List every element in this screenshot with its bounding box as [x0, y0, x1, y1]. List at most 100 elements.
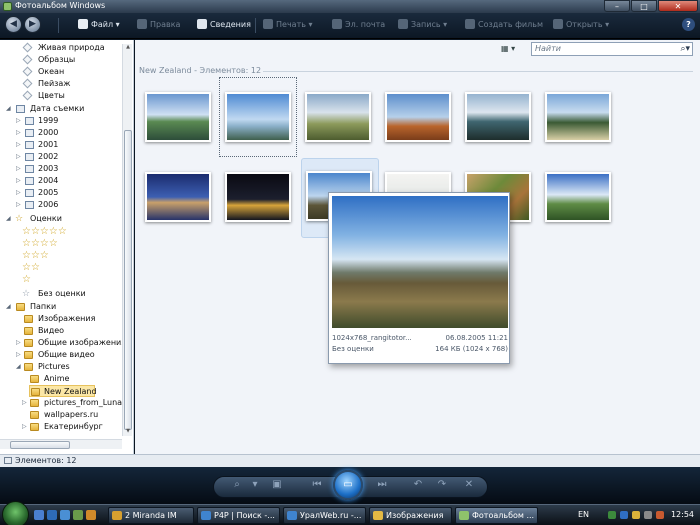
tree-no-rating[interactable]: ☆ Без оценки — [22, 288, 86, 300]
scroll-up-arrow-icon[interactable]: ▲ — [124, 44, 132, 52]
menu-make-movie[interactable]: Создать фильм — [465, 19, 543, 31]
quick-launch-icon[interactable] — [86, 510, 96, 520]
tree-year[interactable]: ▷ 2003 — [16, 163, 58, 175]
tree-folder[interactable]: ▷ Общие видео — [16, 349, 95, 361]
tree-year[interactable]: ▷ 2005 — [16, 187, 58, 199]
rating-five-stars[interactable]: ☆☆☆☆☆ — [22, 226, 67, 237]
menu-edit[interactable]: Правка — [137, 19, 180, 31]
expand-arrow-icon[interactable]: ▷ — [22, 397, 29, 409]
photo-thumbnail[interactable] — [539, 80, 617, 160]
sidebar-vertical-scrollbar[interactable]: ▲ ▼ — [122, 44, 132, 436]
scroll-down-arrow-icon[interactable]: ▼ — [124, 428, 132, 436]
expand-arrow-icon[interactable]: ▷ — [16, 127, 23, 139]
help-button[interactable]: ? — [682, 18, 695, 31]
tree-ratings[interactable]: ◢ ☆ Оценки — [6, 213, 62, 225]
expand-arrow-icon[interactable]: ▷ — [16, 175, 23, 187]
tray-icon[interactable] — [632, 511, 640, 519]
previous-icon[interactable]: ⏮ — [310, 479, 324, 490]
volume-icon[interactable] — [644, 511, 652, 519]
back-button[interactable]: ◀ — [5, 16, 22, 33]
clock[interactable]: 12:54 — [671, 507, 694, 522]
slideshow-button[interactable]: ▭ — [333, 470, 363, 500]
network-icon[interactable] — [620, 511, 628, 519]
menu-open[interactable]: Открыть ▾ — [553, 19, 609, 31]
task-images[interactable]: Изображения — [369, 507, 452, 524]
search-icon[interactable]: ⌕▾ — [680, 43, 690, 55]
photo-thumbnail[interactable] — [139, 80, 217, 160]
tree-subfolder-selected[interactable]: New Zealand — [29, 385, 97, 397]
rotate-right-icon[interactable]: ↷ — [435, 479, 449, 490]
tree-subfolder[interactable]: wallpapers.ru — [30, 409, 98, 421]
expand-arrow-icon[interactable]: ▷ — [16, 187, 23, 199]
expand-arrow-icon[interactable]: ▷ — [16, 139, 23, 151]
sidebar-horizontal-scrollbar[interactable] — [0, 439, 122, 449]
photo-thumbnail[interactable] — [539, 160, 617, 240]
menu-info[interactable]: Сведения — [197, 19, 251, 31]
zoom-icon[interactable]: ⌕ — [230, 479, 244, 490]
tree-year[interactable]: ▷ 1999 — [16, 115, 58, 127]
language-indicator[interactable]: EN — [578, 507, 589, 522]
photo-thumbnail[interactable] — [299, 80, 377, 160]
close-button[interactable]: ✕ — [658, 0, 698, 12]
collapse-arrow-icon[interactable]: ◢ — [16, 361, 23, 373]
tree-subfolder[interactable]: ▷ pictures_from_Luna — [22, 397, 122, 409]
actual-size-icon[interactable]: ▣ — [270, 479, 284, 490]
tray-icon[interactable] — [608, 511, 616, 519]
tree-year[interactable]: ▷ 2004 — [16, 175, 58, 187]
task-miranda[interactable]: 2 Miranda IM — [108, 507, 194, 524]
photo-thumbnail[interactable] — [139, 160, 217, 240]
collapse-arrow-icon[interactable]: ◢ — [6, 103, 13, 115]
photo-thumbnail[interactable] — [459, 80, 537, 160]
ie-icon[interactable] — [60, 510, 70, 520]
photo-thumbnail[interactable] — [379, 80, 457, 160]
tray-icon[interactable] — [656, 511, 664, 519]
quick-launch-icon[interactable] — [73, 510, 83, 520]
tree-year[interactable]: ▷ 2002 — [16, 151, 58, 163]
delete-icon[interactable]: ✕ — [462, 479, 476, 490]
rating-four-stars[interactable]: ☆☆☆☆ — [22, 238, 58, 249]
tree-year[interactable]: ▷ 2006 — [16, 199, 58, 211]
tree-subfolder[interactable]: Anime — [30, 373, 69, 385]
expand-arrow-icon[interactable]: ▷ — [16, 337, 23, 349]
tree-folders[interactable]: ◢ Папки — [6, 301, 56, 313]
expand-arrow-icon[interactable]: ▷ — [16, 349, 23, 361]
tree-folder[interactable]: Видео — [24, 325, 64, 337]
tree-folder-pictures[interactable]: ◢ Pictures — [16, 361, 70, 373]
task-uralweb[interactable]: УралWeb.ru -... — [283, 507, 366, 524]
tag-item[interactable]: Цветы — [22, 90, 65, 102]
expand-arrow-icon[interactable]: ▷ — [16, 163, 23, 175]
maximize-button[interactable]: □ — [631, 0, 657, 12]
scrollbar-thumb[interactable] — [124, 130, 132, 430]
scrollbar-thumb[interactable] — [10, 441, 70, 449]
switch-windows-icon[interactable] — [47, 510, 57, 520]
zoom-menu-icon[interactable]: ▾ — [248, 479, 262, 490]
menu-print[interactable]: Печать ▾ — [263, 19, 313, 31]
photo-thumbnail-selected[interactable] — [219, 77, 297, 157]
tree-year[interactable]: ▷ 2001 — [16, 139, 58, 151]
rating-one-star[interactable]: ☆ — [22, 274, 31, 285]
tag-item[interactable]: Океан — [22, 66, 64, 78]
tag-item[interactable]: Образцы — [22, 54, 75, 66]
collapse-arrow-icon[interactable]: ◢ — [6, 213, 13, 225]
minimize-button[interactable]: – — [604, 0, 630, 12]
rating-three-stars[interactable]: ☆☆☆ — [22, 250, 49, 261]
next-icon[interactable]: ⏭ — [375, 479, 389, 490]
tree-folder[interactable]: ▷ Общие изображения — [16, 337, 126, 349]
task-p4p[interactable]: P4P | Поиск -... — [197, 507, 280, 524]
expand-arrow-icon[interactable]: ▷ — [16, 151, 23, 163]
tree-date-taken[interactable]: ◢ Дата съемки — [6, 103, 84, 115]
expand-arrow-icon[interactable]: ▷ — [16, 199, 23, 211]
photo-thumbnail[interactable] — [219, 160, 297, 240]
tag-item[interactable]: Живая природа — [22, 42, 105, 54]
rotate-left-icon[interactable]: ↶ — [411, 479, 425, 490]
show-desktop-icon[interactable] — [34, 510, 44, 520]
tree-subfolder[interactable]: ▷ Екатеринбург — [22, 421, 103, 433]
menu-email[interactable]: Эл. почта — [332, 19, 385, 31]
tree-year[interactable]: ▷ 2000 — [16, 127, 58, 139]
menu-burn[interactable]: Запись ▾ — [398, 19, 447, 31]
collapse-arrow-icon[interactable]: ◢ — [6, 301, 13, 313]
start-button[interactable] — [2, 501, 29, 525]
view-options-button[interactable]: ▦ ▾ — [501, 44, 521, 55]
expand-arrow-icon[interactable]: ▷ — [16, 115, 23, 127]
forward-button[interactable]: ▶ — [24, 16, 41, 33]
